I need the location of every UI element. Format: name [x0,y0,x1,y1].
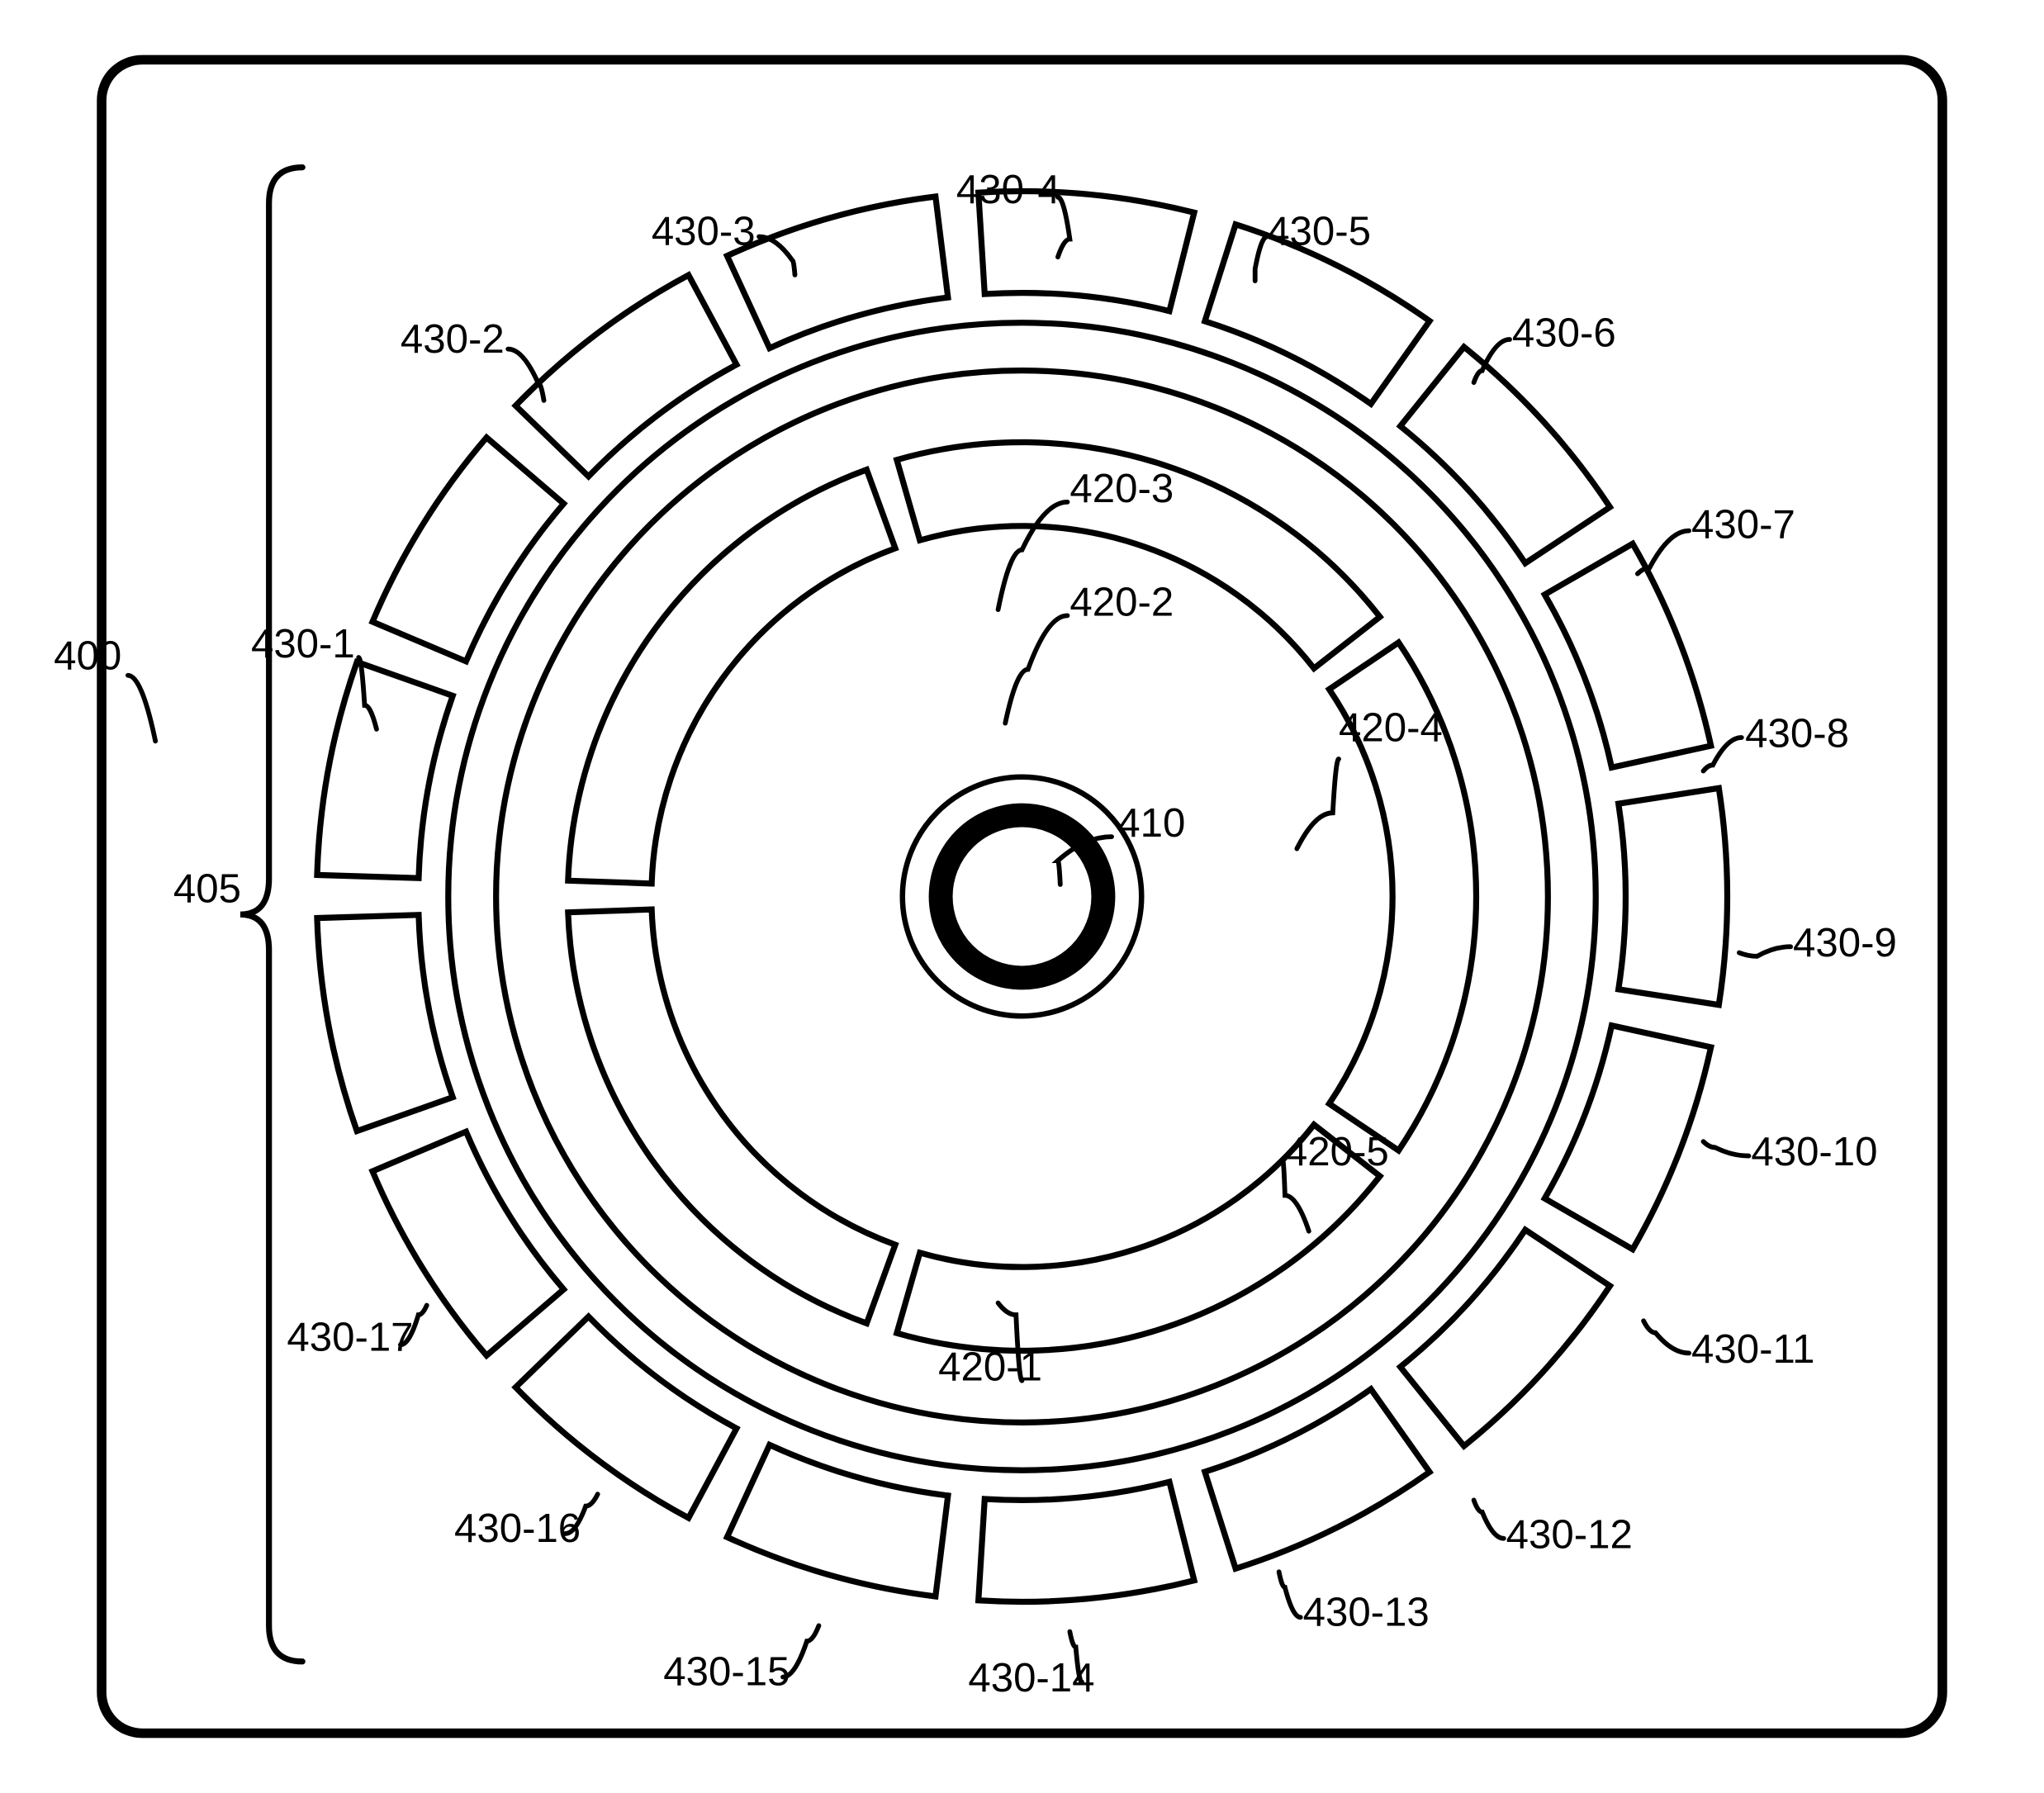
label-430-5: 430-5 [1267,209,1371,254]
label-430-11: 430-11 [1691,1326,1815,1372]
label-420-5: 420-5 [1285,1129,1389,1174]
label-420-3: 420-3 [1069,466,1174,511]
leader-430-12 [1474,1500,1504,1538]
inner-segment [568,909,895,1323]
brace-405 [240,168,302,1662]
leader-430-11 [1643,1321,1689,1353]
label-430-8: 430-8 [1745,711,1849,757]
leader-430-5 [1255,237,1267,282]
mid-circle-2 [448,323,1596,1470]
outer-segment [515,1316,737,1518]
outer-segment [317,662,453,878]
label-430-2: 430-2 [401,316,505,362]
outer-segment [372,438,564,662]
leader-420-3 [998,502,1068,610]
label-410: 410 [1117,800,1185,846]
leader-430-7 [1638,531,1689,574]
figure-frame [102,59,1942,1733]
outer-segment [1401,347,1610,563]
outer-segment [727,1444,947,1596]
outer-segment [1619,788,1728,1004]
label-420-1: 420-1 [938,1345,1042,1390]
label-430-17: 430-17 [287,1314,413,1359]
label-430-14: 430-14 [968,1655,1094,1701]
outer-segment [979,1482,1194,1601]
label-430-16: 430-16 [454,1506,581,1551]
label-430-12: 430-12 [1506,1511,1633,1557]
label-430-13: 430-13 [1303,1589,1430,1634]
label-430-1: 430-1 [251,621,355,666]
label-405: 405 [173,866,241,912]
outer-segment [1205,1389,1430,1568]
leader-420-4 [1297,759,1339,849]
label-430-4: 430-4 [956,167,1060,212]
leader-430-13 [1279,1572,1301,1617]
outer-segment [1401,1230,1610,1446]
label-430-3: 430-3 [652,209,756,254]
leader-430-9 [1739,946,1790,956]
center-ring [941,815,1103,978]
label-400: 400 [54,633,121,679]
leader-400 [128,676,155,742]
label-430-10: 430-10 [1751,1129,1877,1174]
inner-segment [568,470,895,884]
outer-segment [317,915,453,1131]
outer-segment [515,275,737,477]
label-420-4: 420-4 [1339,704,1443,750]
label-430-7: 430-7 [1691,501,1795,547]
patent-figure: 400405410420-1420-2420-3420-4420-5430-14… [0,0,2044,1793]
label-420-2: 420-2 [1069,579,1174,624]
outer-segment [727,197,947,349]
leader-430-10 [1703,1141,1748,1155]
label-430-15: 430-15 [663,1649,790,1695]
label-430-6: 430-6 [1512,311,1616,356]
label-430-9: 430-9 [1793,920,1897,965]
leader-420-2 [1005,615,1067,723]
